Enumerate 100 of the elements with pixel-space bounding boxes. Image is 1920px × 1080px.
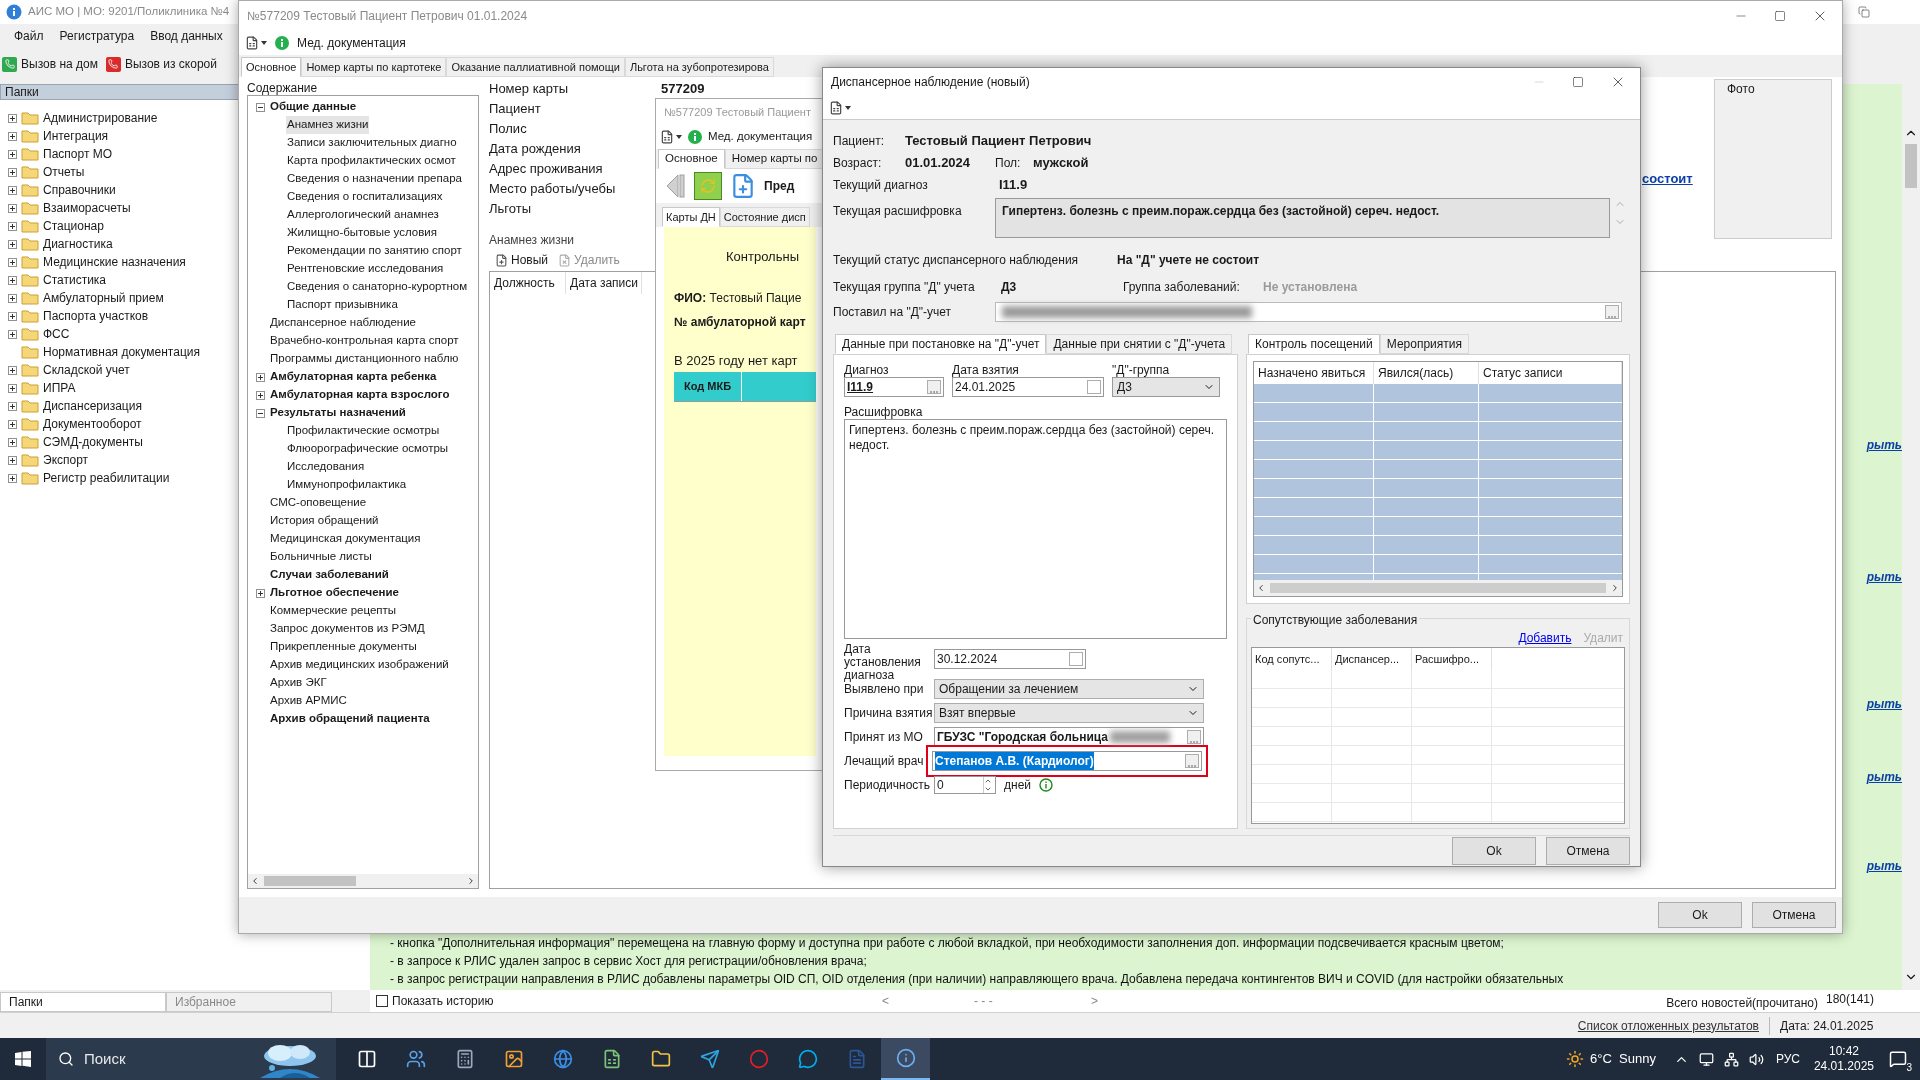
folder-item[interactable]: Амбулаторный прием — [43, 289, 164, 307]
column-header[interactable]: Код сопутс... — [1252, 648, 1332, 670]
open-link[interactable]: рыть — [1866, 695, 1902, 713]
tree-item[interactable]: Больничные листы — [269, 548, 373, 566]
tree-item[interactable]: Сведения о госпитализациях — [286, 188, 444, 206]
expand-icon[interactable] — [8, 311, 17, 321]
volume-icon[interactable] — [1748, 1051, 1764, 1067]
folder-item[interactable]: Регистр реабилитации — [43, 469, 170, 487]
tree-item[interactable]: СМС-оповещение — [269, 494, 368, 512]
expand-icon[interactable] — [8, 167, 17, 177]
tree-item[interactable]: Прикрепленные документы — [269, 638, 418, 656]
clock-time[interactable]: 10:42 — [1828, 1044, 1859, 1059]
notifications-icon[interactable] — [1889, 1050, 1907, 1068]
tab[interactable]: Льгота на зубопротезирова — [624, 57, 774, 77]
folder-item[interactable]: Документооборот — [43, 415, 142, 433]
column-header[interactable]: Расшифро... — [1412, 648, 1492, 670]
status-link[interactable]: состоит — [1642, 171, 1693, 186]
caret-icon[interactable] — [676, 135, 682, 139]
toolbar-button[interactable]: Вызов на дом — [2, 55, 98, 73]
tab[interactable]: Состояние дисп — [719, 207, 810, 227]
folder-item[interactable]: Статистика — [43, 271, 107, 289]
tree-item[interactable]: Льготное обеспечение — [269, 584, 400, 602]
expand-icon[interactable] — [256, 372, 265, 382]
maximize-icon[interactable] — [1572, 76, 1584, 88]
expand-icon[interactable] — [8, 419, 17, 429]
tab[interactable]: Основное — [658, 149, 725, 169]
folder-item[interactable]: Паспорт МО — [43, 145, 113, 163]
dialog-button[interactable]: Ok — [1658, 902, 1742, 928]
folder-item[interactable]: Диагностика — [43, 235, 113, 253]
toolbar-label[interactable]: Пред — [764, 177, 795, 195]
pager-prev[interactable]: < — [882, 992, 974, 1010]
diagnosis-field[interactable]: I11.9 — [844, 377, 944, 397]
maximize-icon[interactable] — [1774, 10, 1786, 22]
scroll-left-icon[interactable] — [1256, 583, 1266, 593]
column-header[interactable]: Должность — [490, 272, 566, 294]
language-indicator[interactable]: РУС — [1775, 1050, 1800, 1068]
expand-icon[interactable] — [8, 401, 17, 411]
lookup-field[interactable]: ГБУЗС "Городская больница — [934, 727, 1204, 747]
start-icon[interactable] — [15, 1051, 31, 1067]
add-document-icon[interactable] — [730, 173, 756, 199]
scroll-thumb[interactable] — [264, 876, 356, 886]
tree-item[interactable]: Рекомендации по занятию спорт — [286, 242, 463, 260]
expand-icon[interactable] — [8, 293, 17, 303]
tree-item[interactable]: Профилактические осмотры — [286, 422, 441, 440]
decoding-textarea[interactable]: Гипертенз. болезнь с преим.пораж.сердца без (застойной) сереч. недост. — [844, 419, 1227, 639]
expand-icon[interactable] — [8, 149, 17, 159]
expand-icon[interactable] — [8, 185, 17, 195]
tree-item[interactable]: Сведения о санаторно-курортном — [286, 278, 469, 296]
collapse-icon[interactable] — [256, 102, 265, 112]
expand-icon[interactable] — [8, 473, 17, 483]
tab[interactable]: Карты ДН — [662, 207, 720, 227]
action-link[interactable]: Добавить — [1518, 629, 1572, 647]
spin-down-icon[interactable] — [984, 785, 992, 793]
tree-item[interactable]: Архив АРМИС — [269, 692, 348, 710]
scroll-thumb[interactable] — [1905, 144, 1917, 188]
expand-icon[interactable] — [256, 390, 265, 400]
open-link[interactable]: рыть — [1866, 857, 1902, 875]
menu-item[interactable]: Регистратура — [53, 27, 141, 45]
folder-item[interactable]: Интеграция — [43, 127, 109, 145]
tree-item[interactable]: Архив обращений пациента — [269, 710, 431, 728]
clock-date[interactable]: 24.01.2025 — [1813, 1059, 1874, 1074]
spin-field[interactable]: 0 — [934, 776, 996, 794]
tree-item[interactable]: История обращений — [269, 512, 380, 530]
checkbox[interactable] — [376, 995, 388, 1007]
tab[interactable]: Данные при постановке на "Д"-учет — [835, 334, 1047, 354]
tab[interactable]: Контроль посещений — [1248, 334, 1380, 354]
select-field[interactable]: Взят впервые — [934, 703, 1204, 723]
date-field[interactable]: 30.12.2024 — [934, 649, 1086, 669]
back-arrow-icon[interactable] — [664, 173, 686, 199]
expand-icon[interactable] — [8, 275, 17, 285]
toolbar-button[interactable]: Новый — [495, 251, 549, 269]
horizontal-scrollbar[interactable] — [248, 874, 478, 888]
open-link[interactable]: рыть — [1866, 436, 1902, 454]
tree-item[interactable]: Исследования — [286, 458, 366, 476]
scrollbar[interactable] — [1902, 84, 1920, 990]
expand-icon[interactable] — [8, 203, 17, 213]
document-icon[interactable] — [660, 130, 674, 144]
expand-icon[interactable] — [8, 131, 17, 141]
tree-item[interactable]: Диспансерное наблюдение — [269, 314, 417, 332]
tree-item[interactable]: Записи заключительных диагно — [286, 134, 458, 152]
restore-icon[interactable] — [1858, 6, 1870, 18]
tree-item[interactable]: Программы дистанционного наблю — [269, 350, 460, 368]
tree-item[interactable]: Анамнез жизни — [286, 116, 370, 134]
folder-item[interactable]: Экспорт — [43, 451, 89, 469]
date-field[interactable]: 24.01.2025 — [952, 377, 1104, 397]
expand-icon[interactable] — [8, 113, 17, 123]
spin-up-icon[interactable] — [984, 777, 992, 785]
info-icon[interactable] — [1039, 778, 1053, 792]
expand-icon[interactable] — [8, 221, 17, 231]
toolbar-label[interactable]: Мед. документация — [297, 34, 406, 52]
tab[interactable]: Данные при снятии с "Д"-учета — [1046, 334, 1233, 354]
expand-icon[interactable] — [8, 329, 17, 339]
tree-item[interactable]: Архив медицинских изображений — [269, 656, 450, 674]
scroll-thumb[interactable] — [1270, 583, 1606, 593]
folder-item[interactable]: Отчеты — [43, 163, 85, 181]
select-field[interactable]: Обращении за лечением — [934, 679, 1204, 699]
dialog-button[interactable]: Ok — [1452, 837, 1536, 865]
group-select[interactable]: Д3 — [1112, 377, 1220, 397]
tree-item[interactable]: Амбулаторная карта взрослого — [269, 386, 451, 404]
caret-icon[interactable] — [845, 105, 851, 110]
